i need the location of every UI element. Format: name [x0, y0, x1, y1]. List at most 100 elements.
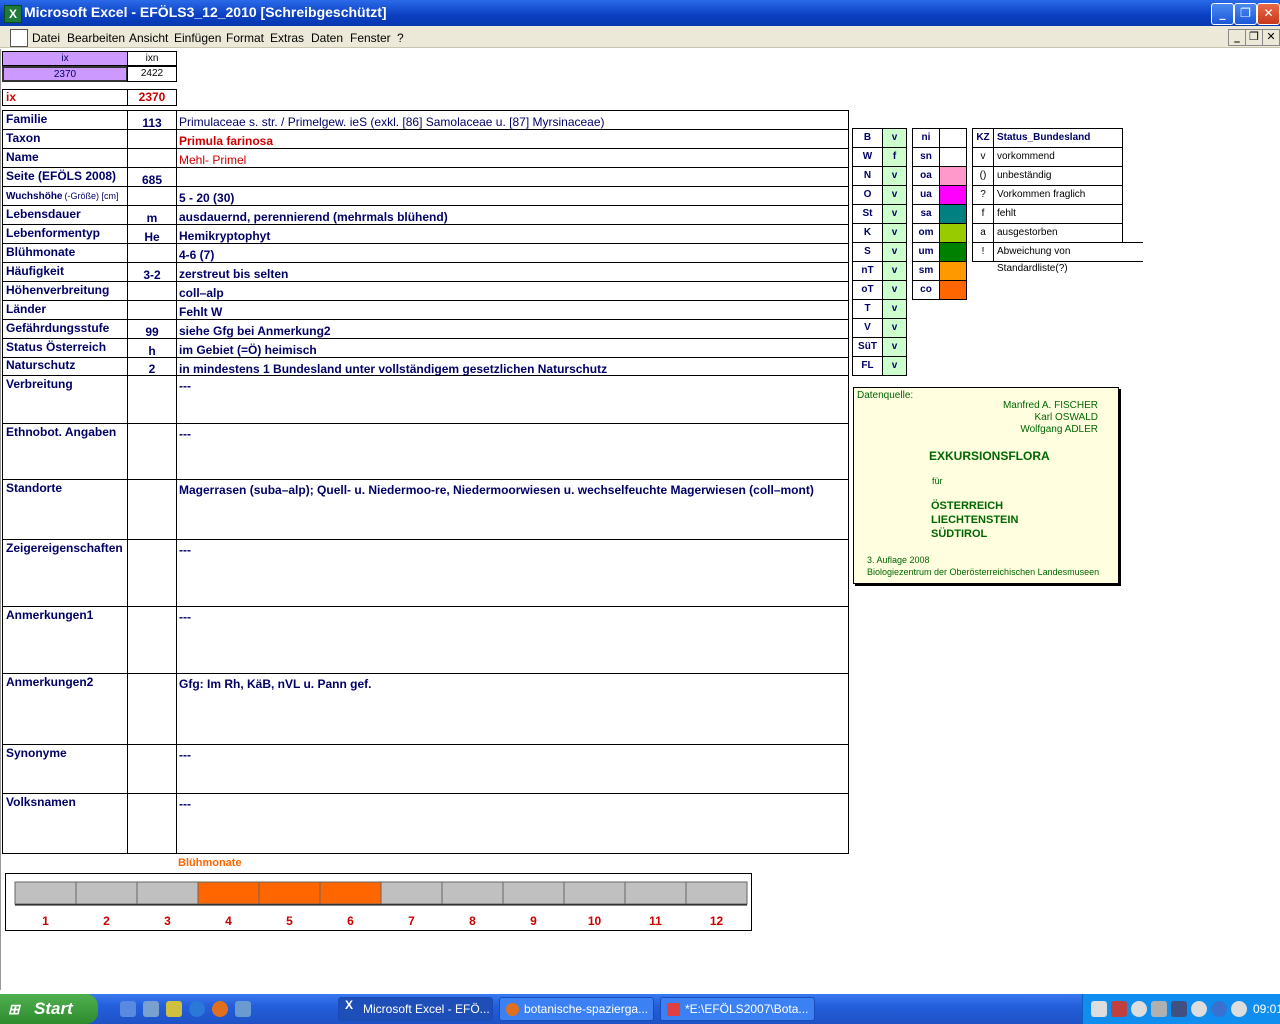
row-value[interactable]: coll–alp: [176, 281, 849, 301]
row-value[interactable]: 4-6 (7): [176, 243, 849, 263]
menu-fenster[interactable]: Fenster: [350, 31, 391, 45]
tray-icon-2[interactable]: [1111, 1001, 1127, 1017]
state-code[interactable]: nT: [852, 261, 883, 281]
tray-icon-8[interactable]: [1231, 1001, 1247, 1017]
legend-kz[interactable]: ?: [972, 185, 994, 205]
row-label[interactable]: Verbreitung: [2, 375, 128, 424]
state-status[interactable]: v: [882, 299, 907, 319]
region-code[interactable]: om: [912, 223, 940, 243]
state-status[interactable]: v: [882, 356, 907, 376]
row-label[interactable]: Taxon: [2, 129, 128, 149]
row-label[interactable]: Wuchshöhe (-Größe) [cm]: [2, 186, 128, 206]
region-code[interactable]: sa: [912, 204, 940, 224]
shield-icon[interactable]: [1171, 1001, 1187, 1017]
row-code[interactable]: [127, 243, 177, 263]
region-color-swatch[interactable]: [939, 280, 967, 300]
row-value[interactable]: Primulaceae s. str. / Primelgew. ieS (ex…: [176, 110, 849, 130]
region-code[interactable]: um: [912, 242, 940, 262]
state-code[interactable]: SüT: [852, 337, 883, 357]
row-code[interactable]: 113: [127, 110, 177, 130]
state-status[interactable]: v: [882, 128, 907, 148]
state-code[interactable]: St: [852, 204, 883, 224]
row-code[interactable]: h: [127, 338, 177, 358]
row-code[interactable]: [127, 281, 177, 301]
legend-text[interactable]: Vorkommen fraglich: [993, 185, 1123, 205]
legend-text[interactable]: fehlt: [993, 204, 1123, 224]
row-value[interactable]: siehe Gfg bei Anmerkung2: [176, 319, 849, 339]
menu-format[interactable]: Format: [226, 31, 264, 45]
task-explorer[interactable]: *E:\EFÖLS2007\Bota...: [660, 997, 815, 1021]
row-label[interactable]: Familie: [2, 110, 128, 130]
row-value[interactable]: ausdauernd, perennierend (mehrmals blühe…: [176, 205, 849, 225]
row-label[interactable]: Ethnobot. Angaben: [2, 423, 128, 480]
tray-icon-4[interactable]: [1151, 1001, 1167, 1017]
row-value[interactable]: Hemikryptophyt: [176, 224, 849, 244]
row-label[interactable]: Länder: [2, 300, 128, 320]
row-code[interactable]: He: [127, 224, 177, 244]
row-code[interactable]: 3-2: [127, 262, 177, 282]
region-code[interactable]: sn: [912, 147, 940, 167]
region-code[interactable]: ua: [912, 185, 940, 205]
state-status[interactable]: v: [882, 166, 907, 186]
row-label[interactable]: Gefährdungsstufe: [2, 319, 128, 339]
region-color-swatch[interactable]: [939, 185, 967, 205]
legend-kz[interactable]: f: [972, 204, 994, 224]
menu-daten[interactable]: Daten: [311, 31, 343, 45]
state-code[interactable]: W: [852, 147, 883, 167]
row-label[interactable]: Synonyme: [2, 744, 128, 794]
minimize-button[interactable]: _: [1211, 3, 1234, 25]
row-value[interactable]: Mehl- Primel: [176, 148, 849, 168]
row-value[interactable]: ---: [176, 539, 849, 607]
restore-button[interactable]: ❐: [1234, 3, 1257, 25]
menu-extras[interactable]: Extras: [270, 31, 304, 45]
legend-kz[interactable]: !: [972, 242, 994, 262]
workbook-restore-button[interactable]: ❐: [1245, 29, 1263, 46]
row-label[interactable]: Zeigereigenschaften: [2, 539, 128, 607]
close-button[interactable]: ✕: [1257, 3, 1280, 25]
workbook-icon[interactable]: [10, 29, 28, 47]
workbook-close-button[interactable]: ✕: [1262, 29, 1280, 46]
region-color-swatch[interactable]: [939, 223, 967, 243]
task-excel[interactable]: X Microsoft Excel - EFÖ...: [338, 997, 493, 1021]
ix-value-cell[interactable]: 2370: [2, 66, 128, 82]
region-color-swatch[interactable]: [939, 261, 967, 281]
legend-kz[interactable]: (): [972, 166, 994, 186]
menu-help[interactable]: ?: [397, 31, 404, 45]
row-code[interactable]: [127, 539, 177, 607]
state-status[interactable]: v: [882, 318, 907, 338]
row-code[interactable]: [127, 148, 177, 168]
row-label[interactable]: Anmerkungen1: [2, 606, 128, 674]
legend-kz-header[interactable]: KZ: [972, 128, 994, 148]
row-label[interactable]: Blühmonate: [2, 243, 128, 263]
region-color-swatch[interactable]: [939, 166, 967, 186]
row-code[interactable]: [127, 479, 177, 540]
info-icon[interactable]: [1211, 1001, 1227, 1017]
row-code[interactable]: [127, 423, 177, 480]
legend-text[interactable]: Abweichung von Standardliste(?): [993, 242, 1143, 274]
legend-title[interactable]: Status_Bundesland: [993, 128, 1123, 148]
row-label[interactable]: Häufigkeit: [2, 262, 128, 282]
legend-text[interactable]: unbeständig: [993, 166, 1123, 186]
region-color-swatch[interactable]: [939, 242, 967, 262]
row-code[interactable]: 2: [127, 357, 177, 376]
row-code[interactable]: 685: [127, 167, 177, 187]
row-value[interactable]: im Gebiet (=Ö) heimisch: [176, 338, 849, 358]
state-status[interactable]: v: [882, 223, 907, 243]
row-label[interactable]: Volksnamen: [2, 793, 128, 854]
state-status[interactable]: v: [882, 185, 907, 205]
row-label[interactable]: Anmerkungen2: [2, 673, 128, 745]
state-code[interactable]: oT: [852, 280, 883, 300]
row-value[interactable]: ---: [176, 375, 849, 424]
row-value[interactable]: ---: [176, 744, 849, 794]
workbook-minimize-button[interactable]: _: [1228, 29, 1246, 46]
row-value[interactable]: Magerrasen (suba–alp); Quell- u. Niederm…: [176, 479, 849, 540]
state-code[interactable]: K: [852, 223, 883, 243]
region-color-swatch[interactable]: [939, 147, 967, 167]
region-color-swatch[interactable]: [939, 128, 967, 148]
menu-einfuegen[interactable]: Einfügen: [174, 31, 221, 45]
row-label[interactable]: Höhenverbreitung: [2, 281, 128, 301]
start-button[interactable]: ⊞ Start: [0, 994, 98, 1024]
state-code[interactable]: FL: [852, 356, 883, 376]
row-label[interactable]: Status Österreich: [2, 338, 128, 358]
search-icon[interactable]: [1131, 1001, 1147, 1017]
